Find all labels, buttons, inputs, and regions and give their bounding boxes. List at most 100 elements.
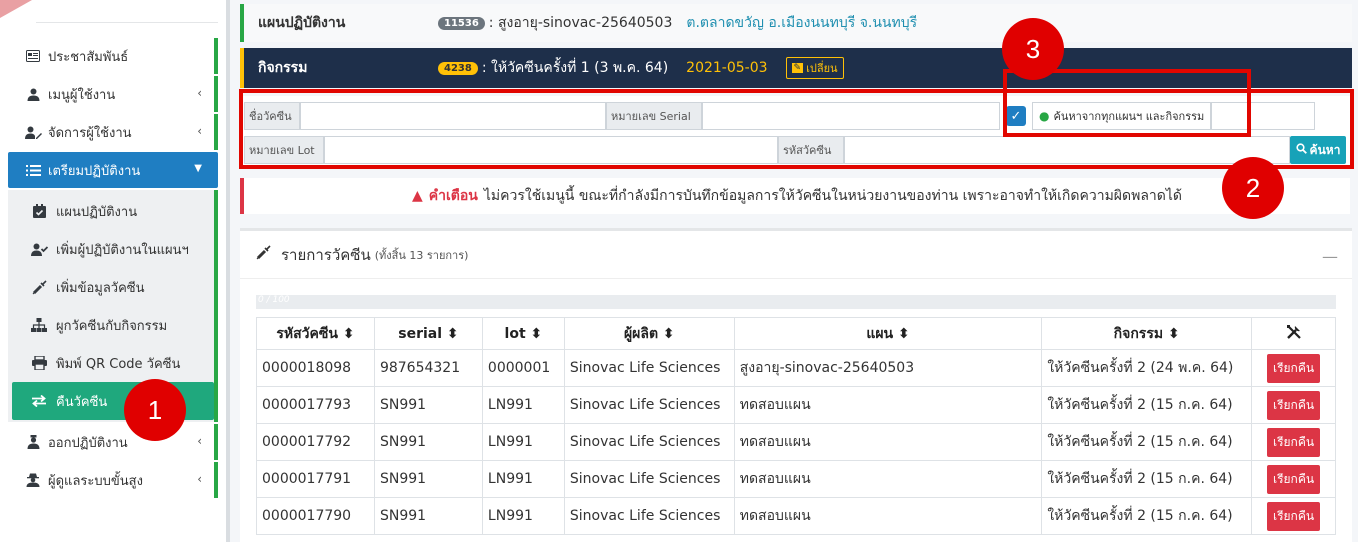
cell-plan: ทดสอบแผน bbox=[733, 386, 1043, 424]
chevron-left-icon: ‹ bbox=[197, 472, 202, 486]
cell-plan: ทดสอบแผน bbox=[733, 497, 1043, 535]
warning-icon: ▲ bbox=[411, 188, 423, 204]
card-count: (ทั้งสิ้น 13 รายการ) bbox=[374, 248, 469, 262]
column-header[interactable]: serial ⬍ bbox=[373, 317, 483, 350]
sidebar-item-manage-users[interactable]: จัดการผู้ใช้งาน ‹ bbox=[8, 114, 218, 150]
sidebar-item-label: เตรียมปฏิบัติงาน bbox=[48, 163, 141, 179]
print-icon bbox=[30, 356, 48, 370]
submenu-item-print-qr[interactable]: พิมพ์ QR Code วัคซีน bbox=[8, 344, 214, 382]
submenu-item-add-staff[interactable]: เพิ่มผู้ปฏิบัติงานในแผนฯ bbox=[8, 230, 214, 268]
cell-action: เรียกคืน bbox=[1251, 497, 1336, 535]
cell-code: 0000018098 bbox=[256, 349, 375, 387]
submenu-item-label: แผนปฏิบัติงาน bbox=[56, 204, 138, 220]
syringe-icon bbox=[30, 279, 48, 295]
user-nurse-icon bbox=[24, 434, 42, 450]
cell-manufacturer: Sinovac Life Sciences bbox=[563, 460, 735, 498]
cell-manufacturer: Sinovac Life Sciences bbox=[563, 349, 735, 387]
column-header[interactable]: กิจกรรม ⬍ bbox=[1041, 317, 1253, 350]
annotation-badge-1: 1 bbox=[124, 379, 186, 441]
divider bbox=[36, 22, 218, 23]
activity-name: : ให้วัคซีนครั้งที่ 1 (3 พ.ค. 64) bbox=[481, 60, 669, 76]
syringe-icon bbox=[256, 245, 271, 264]
sidebar-item-news[interactable]: ประชาสัมพันธ์ bbox=[8, 38, 218, 74]
column-header[interactable]: lot ⬍ bbox=[481, 317, 565, 350]
sidebar-item-user-menu[interactable]: เมนูผู้ใช้งาน ‹ bbox=[8, 76, 218, 112]
sidebar-item-prepare[interactable]: เตรียมปฏิบัติงาน ▼ bbox=[8, 152, 218, 188]
table-row: 0000018098 987654321 0000001 Sinovac Lif… bbox=[256, 349, 1336, 387]
return-button[interactable]: เรียกคืน bbox=[1266, 427, 1321, 457]
plan-location: ต.ตลาดขวัญ อ.เมืองนนทบุรี จ.นนทบุรี bbox=[686, 15, 918, 31]
cell-manufacturer: Sinovac Life Sciences bbox=[563, 423, 735, 461]
sidebar-item-label: จัดการผู้ใช้งาน bbox=[48, 125, 132, 141]
tools-icon bbox=[1286, 324, 1302, 344]
sidebar-menu: ประชาสัมพันธ์ เมนูผู้ใช้งาน ‹ จัดการผู้ใ… bbox=[8, 36, 218, 500]
cell-plan: สูงอายุ-sinovac-25640503 bbox=[733, 349, 1043, 387]
chevron-left-icon: ‹ bbox=[197, 124, 202, 138]
cell-manufacturer: Sinovac Life Sciences bbox=[563, 386, 735, 424]
cell-action: เรียกคืน bbox=[1251, 349, 1336, 387]
user-icon bbox=[24, 86, 42, 102]
sidebar-item-field-work[interactable]: ออกปฏิบัติงาน ‹ bbox=[8, 424, 218, 460]
submenu-prepare: แผนปฏิบัติงาน เพิ่มผู้ปฏิบัติงานในแผนฯ เ… bbox=[8, 190, 218, 422]
sidebar-item-label: ประชาสัมพันธ์ bbox=[48, 49, 129, 65]
column-header[interactable]: รหัสวัคซีน ⬍ bbox=[256, 317, 375, 350]
sidebar: ประชาสัมพันธ์ เมนูผู้ใช้งาน ‹ จัดการผู้ใ… bbox=[0, 0, 228, 542]
return-button[interactable]: เรียกคืน bbox=[1266, 353, 1321, 383]
chevron-left-icon: ‹ bbox=[197, 86, 202, 100]
activity-id-badge: 4238 bbox=[438, 61, 478, 75]
exchange-icon bbox=[30, 395, 48, 407]
submenu-item-label: พิมพ์ QR Code วัคซีน bbox=[56, 356, 181, 372]
cell-lot: LN991 bbox=[481, 497, 565, 535]
submenu-item-label: เพิ่มข้อมูลวัคซีน bbox=[56, 280, 145, 296]
return-button[interactable]: เรียกคืน bbox=[1266, 390, 1321, 420]
cell-activity: ให้วัคซีนครั้งที่ 2 (15 ก.ค. 64) bbox=[1041, 497, 1253, 535]
cell-activity: ให้วัคซีนครั้งที่ 2 (15 ก.ค. 64) bbox=[1041, 423, 1253, 461]
pencil-icon: ✎ bbox=[791, 63, 804, 73]
warning-text: ไม่ควรใช้เมนูนี้ ขณะที่กำลังมีการบันทึกข… bbox=[483, 188, 1182, 204]
vaccine-list-card: รายการวัคซีน (ทั้งสิ้น 13 รายการ) — 0 / … bbox=[240, 228, 1352, 542]
sidebar-item-label: ผู้ดูแลระบบขั้นสูง bbox=[48, 473, 143, 489]
plan-label: แผนปฏิบัติงาน bbox=[258, 15, 346, 31]
collapse-icon[interactable]: — bbox=[1322, 247, 1338, 266]
cell-activity: ให้วัคซีนครั้งที่ 2 (15 ก.ค. 64) bbox=[1041, 386, 1253, 424]
sidebar-item-super-admin[interactable]: ผู้ดูแลระบบขั้นสูง ‹ bbox=[8, 462, 218, 498]
submenu-item-plan[interactable]: แผนปฏิบัติงาน bbox=[8, 192, 214, 230]
table-row: 0000017791 SN991 LN991 Sinovac Life Scie… bbox=[256, 460, 1336, 498]
return-button[interactable]: เรียกคืน bbox=[1266, 501, 1321, 531]
column-header[interactable]: ผู้ผลิต ⬍ bbox=[563, 317, 735, 350]
warning-alert: ▲ คำเตือน ไม่ควรใช้เมนูนี้ ขณะที่กำลังมี… bbox=[240, 178, 1350, 214]
calendar-check-icon bbox=[30, 204, 48, 218]
chevron-down-icon: ▼ bbox=[194, 163, 202, 174]
cell-lot: 0000001 bbox=[481, 349, 565, 387]
cell-lot: LN991 bbox=[481, 460, 565, 498]
submenu-item-add-vaccine[interactable]: เพิ่มข้อมูลวัคซีน bbox=[8, 268, 214, 306]
list-icon bbox=[24, 162, 42, 178]
submenu-item-label: เพิ่มผู้ปฏิบัติงานในแผนฯ bbox=[56, 242, 189, 258]
column-header[interactable]: แผน ⬍ bbox=[733, 317, 1043, 350]
progress-bar: 0 / 100 bbox=[256, 295, 1336, 309]
sidebar-item-label: ออกปฏิบัติงาน bbox=[48, 435, 128, 451]
activity-label: กิจกรรม bbox=[258, 60, 308, 76]
plan-bar: แผนปฏิบัติงาน 11536 : สูงอายุ-sinovac-25… bbox=[240, 4, 1352, 42]
change-activity-button[interactable]: ✎ เปลี่ยน bbox=[785, 57, 844, 79]
activity-date: 2021-05-03 bbox=[686, 60, 768, 76]
card-title: รายการวัคซีน bbox=[281, 245, 371, 264]
return-button[interactable]: เรียกคืน bbox=[1266, 464, 1321, 494]
column-header-tools bbox=[1251, 317, 1336, 350]
cell-serial: SN991 bbox=[373, 386, 483, 424]
cell-lot: LN991 bbox=[481, 423, 565, 461]
plan-name: : สูงอายุ-sinovac-25640503 bbox=[488, 15, 673, 31]
cell-code: 0000017792 bbox=[256, 423, 375, 461]
sitemap-icon bbox=[30, 318, 48, 332]
card-header: รายการวัคซีน (ทั้งสิ้น 13 รายการ) — bbox=[240, 231, 1352, 279]
table-row: 0000017790 SN991 LN991 Sinovac Life Scie… bbox=[256, 497, 1336, 535]
submenu-item-bind-vaccine[interactable]: ผูกวัคซีนกับกิจกรรม bbox=[8, 306, 214, 344]
change-activity-label: เปลี่ยน bbox=[806, 62, 838, 75]
submenu-item-label: ผูกวัคซีนกับกิจกรรม bbox=[56, 318, 168, 334]
submenu-item-label: คืนวัคซีน bbox=[56, 394, 108, 410]
table-row: 0000017792 SN991 LN991 Sinovac Life Scie… bbox=[256, 423, 1336, 461]
logo bbox=[0, 0, 32, 18]
cell-code: 0000017793 bbox=[256, 386, 375, 424]
cell-plan: ทดสอบแผน bbox=[733, 423, 1043, 461]
cell-serial: SN991 bbox=[373, 460, 483, 498]
